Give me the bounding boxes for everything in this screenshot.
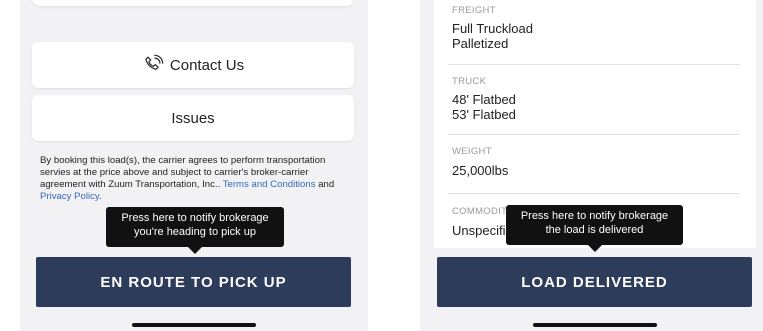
terms-period: . [99, 191, 102, 202]
home-indicator[interactable] [533, 323, 657, 327]
issues-label: Issues [171, 109, 215, 127]
weight-label: WEIGHT [452, 146, 492, 157]
weight-section: WEIGHT 25,000lbs [452, 146, 742, 178]
load-delivered-tooltip: Press here to notify brokerage the load … [506, 205, 683, 252]
weight-value: 25,000lbs [452, 163, 509, 178]
truck-label: TRUCK [452, 76, 487, 87]
freight-section: FREIGHT Full Truckload Palletized [452, 5, 742, 51]
right-screen: FREIGHT Full Truckload Palletized TRUCK … [420, 0, 763, 331]
freight-label: FREIGHT [452, 5, 496, 16]
load-delivered-button[interactable]: LOAD DELIVERED [437, 257, 752, 307]
privacy-link[interactable]: Privacy Policy [40, 191, 99, 202]
contact-us-label: Contact Us [169, 56, 245, 74]
issues-button[interactable]: Issues [32, 95, 354, 141]
contact-us-button[interactable]: Contact Us [32, 42, 354, 88]
en-route-to-pickup-button[interactable]: EN ROUTE TO PICK UP [36, 257, 351, 307]
freight-value-2: Palletized [452, 36, 509, 51]
divider [448, 193, 740, 194]
truck-value-1: 48' Flatbed [452, 92, 516, 107]
phone-call-icon [142, 54, 164, 76]
divider [448, 134, 740, 135]
freight-value-1: Full Truckload [452, 21, 533, 36]
terms-and: and [318, 179, 335, 190]
left-screen: Contact Us Issues By booking this load(s… [20, 0, 368, 331]
en-route-tooltip: Press here to notify brokerage you're he… [106, 207, 284, 254]
divider [448, 64, 740, 65]
terms-link[interactable]: Terms and Conditions [223, 179, 316, 190]
booking-terms-text: By booking this load(s), the carrier agr… [40, 155, 350, 203]
previous-card-fragment [32, 0, 354, 6]
home-indicator[interactable] [132, 323, 256, 327]
truck-value-2: 53' Flatbed [452, 107, 516, 122]
truck-section: TRUCK 48' Flatbed 53' Flatbed [452, 76, 742, 122]
